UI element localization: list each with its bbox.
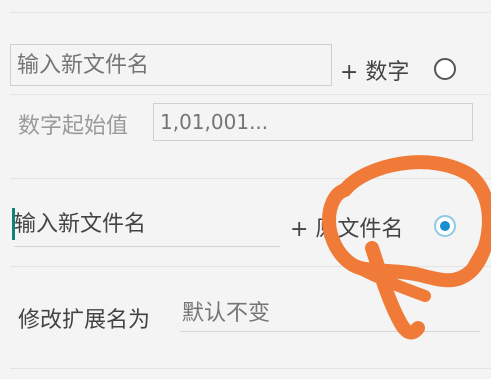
- top-divider: [10, 12, 491, 13]
- plus-original-label: + 原文件名: [290, 217, 404, 242]
- new-filename-input[interactable]: [10, 44, 332, 86]
- row-divider-1: [10, 94, 491, 95]
- number-radio[interactable]: [434, 58, 456, 80]
- start-value-input[interactable]: [153, 103, 473, 141]
- original-name-input[interactable]: [14, 202, 280, 247]
- bottom-divider: [10, 368, 491, 369]
- extension-input[interactable]: [180, 298, 480, 332]
- plus-number-label: + 数字: [340, 60, 410, 85]
- start-value-label: 数字起始值: [18, 114, 129, 139]
- original-name-radio[interactable]: [434, 215, 456, 237]
- extension-label: 修改扩展名为: [18, 308, 151, 333]
- section-divider-1: [10, 178, 491, 179]
- section-divider-2: [10, 266, 491, 267]
